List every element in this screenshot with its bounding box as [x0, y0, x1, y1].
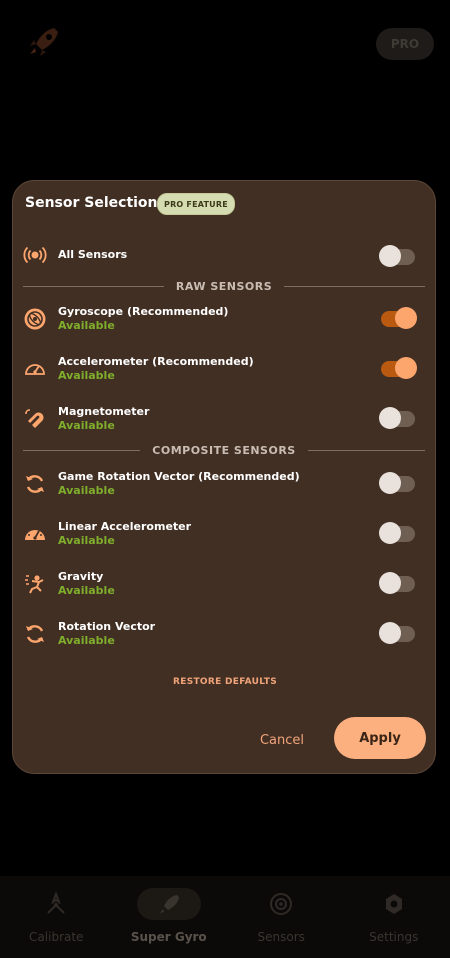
- rotation-icon: [26, 625, 44, 643]
- sensor-status: Available: [58, 369, 115, 382]
- sensor-status: Available: [58, 319, 115, 332]
- nav-super-gyro[interactable]: Super Gyro: [113, 876, 226, 958]
- cancel-button[interactable]: Cancel: [251, 729, 313, 751]
- sensor-selection-dialog: Sensor Selection PRO FEATURE All Sensors…: [12, 180, 436, 774]
- magnetometer-toggle[interactable]: [379, 407, 415, 429]
- sensor-name: Rotation Vector: [58, 620, 156, 633]
- gravity-toggle[interactable]: [379, 572, 415, 594]
- sensor-status: Available: [58, 634, 115, 647]
- composite-sensors-divider: COMPOSITE SENSORS: [23, 443, 425, 457]
- accelerometer-toggle[interactable]: [381, 357, 417, 379]
- sensor-row-accelerometer[interactable]: Accelerometer (Recommended) Available: [13, 351, 437, 391]
- sensor-row-rotation-vector[interactable]: Rotation Vector Available: [13, 616, 437, 656]
- rotation-vector-toggle[interactable]: [379, 622, 415, 644]
- sensor-name: Gravity: [58, 570, 104, 583]
- sensor-status: Available: [58, 534, 115, 547]
- nav-label: Calibrate: [29, 930, 84, 944]
- sensor-name: Game Rotation Vector (Recommended): [58, 470, 300, 483]
- nav-label: Sensors: [257, 930, 305, 944]
- sensors-icon: [270, 893, 293, 915]
- bottom-navigation: Calibrate Super Gyro Sensors Settings: [0, 876, 450, 958]
- all-sensors-row[interactable]: All Sensors: [13, 237, 437, 277]
- game-rotation-vector-toggle[interactable]: [379, 472, 415, 494]
- gyroscope-toggle[interactable]: [381, 307, 417, 329]
- sensor-row-game-rotation-vector[interactable]: Game Rotation Vector (Recommended) Avail…: [13, 466, 437, 506]
- sensor-name: Gyroscope (Recommended): [58, 305, 229, 318]
- all-sensors-label: All Sensors: [58, 248, 128, 261]
- nav-calibrate[interactable]: Calibrate: [0, 876, 113, 958]
- magnet-icon: [25, 409, 44, 428]
- rotation-icon: [26, 475, 44, 493]
- nav-sensors[interactable]: Sensors: [225, 876, 338, 958]
- sensor-row-linear-accelerometer[interactable]: Linear Accelerometer Available: [13, 516, 437, 556]
- linear-accelerometer-toggle[interactable]: [379, 522, 415, 544]
- nav-settings[interactable]: Settings: [338, 876, 450, 958]
- rocket-icon: [159, 895, 179, 913]
- all-sensors-toggle[interactable]: [379, 245, 415, 267]
- speedometer-icon: [25, 364, 45, 375]
- sensor-name: Linear Accelerometer: [58, 520, 192, 533]
- gyroscope-icon: [24, 308, 46, 330]
- sensor-row-magnetometer[interactable]: Magnetometer Available: [13, 401, 437, 441]
- sensor-row-gyroscope[interactable]: Gyroscope (Recommended) Available: [13, 301, 437, 341]
- raw-sensors-heading: RAW SENSORS: [175, 279, 273, 293]
- sensor-status: Available: [58, 484, 115, 497]
- raw-sensors-divider: RAW SENSORS: [23, 279, 426, 293]
- calibrate-icon: [47, 891, 65, 914]
- sensor-name: Magnetometer: [58, 405, 150, 418]
- sensor-name: Accelerometer (Recommended): [58, 355, 254, 368]
- restore-defaults-button[interactable]: RESTORE DEFAULTS: [13, 677, 437, 687]
- all-sensors-icon: [23, 246, 47, 264]
- sensor-status: Available: [58, 419, 115, 432]
- dialog-title: Sensor Selection: [25, 195, 158, 211]
- app-header: PRO: [0, 0, 450, 90]
- nav-label: Settings: [369, 930, 419, 944]
- gravity-icon: [25, 575, 44, 594]
- nav-label: Super Gyro: [130, 930, 207, 944]
- speedometer-icon: [25, 528, 45, 540]
- rocket-icon: [30, 28, 58, 56]
- sensor-status: Available: [58, 584, 115, 597]
- pro-button[interactable]: PRO: [376, 28, 434, 60]
- pro-feature-badge: PRO FEATURE: [157, 193, 235, 215]
- apply-button[interactable]: Apply: [334, 717, 426, 759]
- composite-sensors-heading: COMPOSITE SENSORS: [152, 443, 296, 457]
- sensor-row-gravity[interactable]: Gravity Available: [13, 566, 437, 606]
- gear-icon: [385, 894, 402, 914]
